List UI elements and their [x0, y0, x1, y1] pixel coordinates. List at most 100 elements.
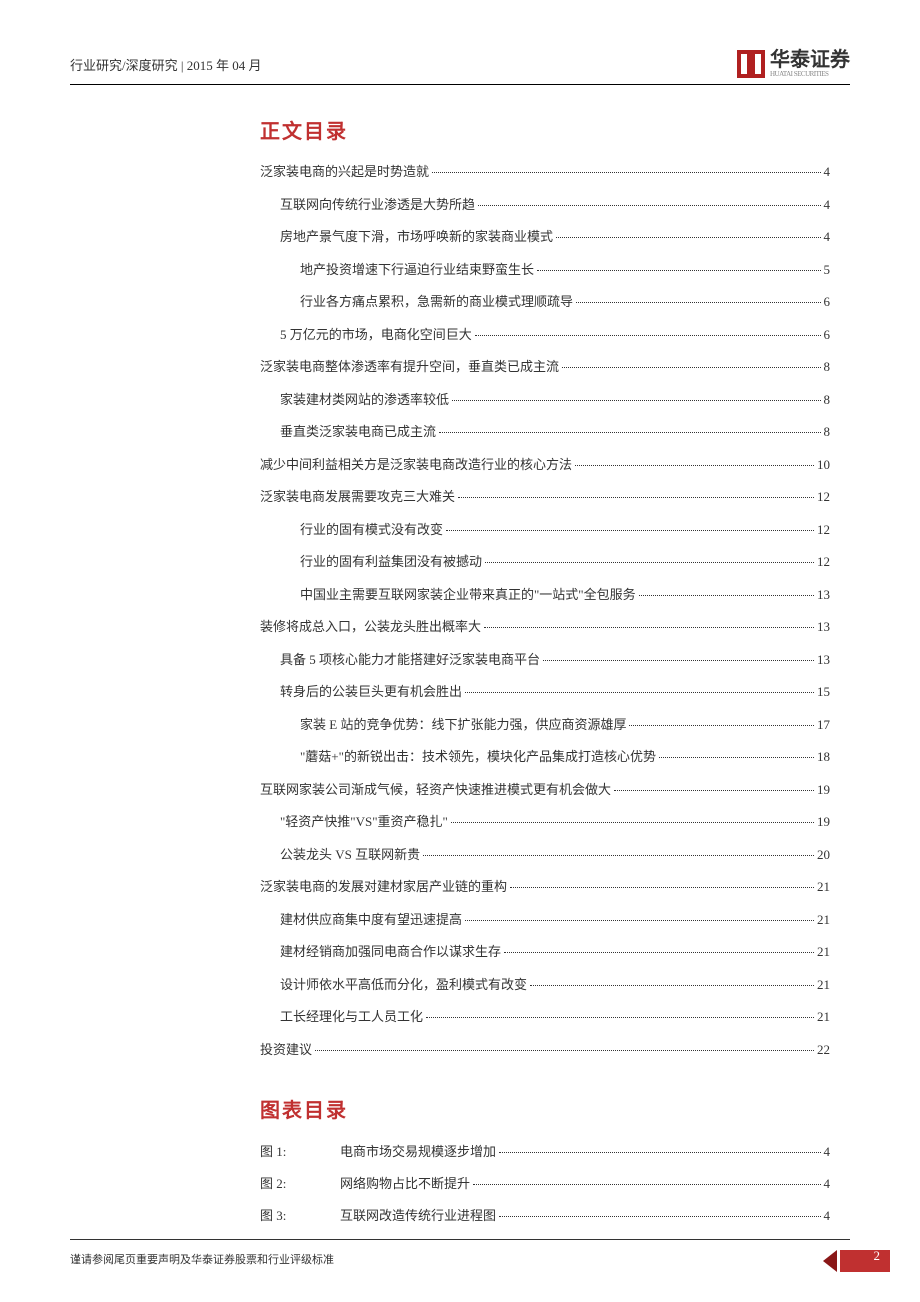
toc-item-text: 行业的固有利益集团没有被撼动 — [300, 552, 482, 572]
toc-item[interactable]: 减少中间利益相关方是泛家装电商改造行业的核心方法10 — [260, 455, 830, 475]
toc-item-page: 22 — [817, 1040, 830, 1060]
toc-item-page: 21 — [817, 877, 830, 897]
toc-item[interactable]: 设计师依水平高低而分化，盈利模式有改变 21 — [260, 975, 830, 995]
toc-item[interactable]: 建材经销商加强同电商合作以谋求生存21 — [260, 942, 830, 962]
toc-item[interactable]: 行业的固有利益集团没有被撼动 12 — [260, 552, 830, 572]
toc-leader-dots — [639, 595, 814, 596]
toc-item[interactable]: "蘑菇+"的新锐出击：技术领先，模块化产品集成打造核心优势18 — [260, 747, 830, 767]
toc-item[interactable]: 公装龙头 VS 互联网新贵 20 — [260, 845, 830, 865]
toc-item-text: 中国业主需要互联网家装企业带来真正的"一站式"全包服务 — [300, 585, 636, 605]
toc-item-text: 泛家装电商的发展对建材家居产业链的重构 — [260, 877, 507, 897]
toc-item[interactable]: 行业的固有模式没有改变 12 — [260, 520, 830, 540]
toc-item[interactable]: 互联网向传统行业渗透是大势所趋4 — [260, 195, 830, 215]
toc-item-page: 13 — [817, 650, 830, 670]
toc-item[interactable]: 泛家装电商发展需要攻克三大难关12 — [260, 487, 830, 507]
toc-item-page: 17 — [817, 715, 830, 735]
toc-leader-dots — [510, 887, 814, 888]
toc-leader-dots — [543, 660, 814, 661]
figure-label: 图 1: — [260, 1141, 320, 1160]
toc-item-text: 减少中间利益相关方是泛家装电商改造行业的核心方法 — [260, 455, 572, 475]
toc-item-text: 垂直类泛家装电商已成主流 — [280, 422, 436, 442]
toc-item-page: 12 — [817, 487, 830, 507]
toc-item-page: 8 — [824, 357, 831, 377]
page-number: 2 — [874, 1248, 881, 1264]
breadcrumb: 行业研究/深度研究 | 2015 年 04 月 — [70, 55, 261, 74]
toc-item[interactable]: 工长经理化与工人员工化21 — [260, 1007, 830, 1027]
toc-leader-dots — [458, 497, 814, 498]
toc-leader-dots — [451, 822, 814, 823]
figure-list-heading: 图表目录 — [260, 1094, 830, 1123]
toc-item-page: 6 — [824, 325, 831, 345]
toc-item[interactable]: 中国业主需要互联网家装企业带来真正的"一站式"全包服务 13 — [260, 585, 830, 605]
toc-item-text: 泛家装电商的兴起是时势造就 — [260, 162, 429, 182]
toc-item[interactable]: 地产投资增速下行逼迫行业结束野蛮生长5 — [260, 260, 830, 280]
toc-item-text: 地产投资增速下行逼迫行业结束野蛮生长 — [300, 260, 534, 280]
toc-item-page: 13 — [817, 585, 830, 605]
figure-item[interactable]: 图 3:互联网改造传统行业进程图4 — [260, 1205, 830, 1224]
toc-leader-dots — [499, 1152, 820, 1153]
figure-text: 互联网改造传统行业进程图 — [340, 1205, 496, 1224]
toc-item-text: "轻资产快推"VS"重资产稳扎" — [280, 812, 448, 832]
figure-text: 电商市场交易规模逐步增加 — [340, 1141, 496, 1160]
toc-item-text: 泛家装电商整体渗透率有提升空间，垂直类已成主流 — [260, 357, 559, 377]
toc-leader-dots — [659, 757, 814, 758]
toc-item[interactable]: 互联网家装公司渐成气候，轻资产快速推进模式更有机会做大19 — [260, 780, 830, 800]
toc-item[interactable]: "轻资产快推"VS"重资产稳扎" 19 — [260, 812, 830, 832]
logo-subtext: HUATAI SECURITIES — [770, 70, 850, 78]
toc-item-page: 21 — [817, 975, 830, 995]
toc-item-page: 13 — [817, 617, 830, 637]
page-footer: 谨请参阅尾页重要声明及华泰证券股票和行业评级标准 2 — [70, 1239, 920, 1272]
toc-item[interactable]: 家装 E 站的竞争优势：线下扩张能力强，供应商资源雄厚17 — [260, 715, 830, 735]
figure-item[interactable]: 图 1:电商市场交易规模逐步增加4 — [260, 1141, 830, 1160]
toc-item[interactable]: 具备 5 项核心能力才能搭建好泛家装电商平台13 — [260, 650, 830, 670]
toc-leader-dots — [575, 465, 814, 466]
figure-item[interactable]: 图 2:网络购物占比不断提升4 — [260, 1173, 830, 1192]
toc-item[interactable]: 垂直类泛家装电商已成主流 8 — [260, 422, 830, 442]
toc-item-text: 建材供应商集中度有望迅速提高 — [280, 910, 462, 930]
toc-leader-dots — [465, 692, 814, 693]
toc-leader-dots — [499, 1216, 820, 1217]
toc-leader-dots — [423, 855, 814, 856]
toc-leader-dots — [484, 627, 814, 628]
toc-item[interactable]: 泛家装电商的发展对建材家居产业链的重构 21 — [260, 877, 830, 897]
toc-item[interactable]: 泛家装电商的兴起是时势造就 4 — [260, 162, 830, 182]
toc-item-text: 房地产景气度下滑，市场呼唤新的家装商业模式 — [280, 227, 553, 247]
toc-item-text: 公装龙头 VS 互联网新贵 — [280, 845, 420, 865]
toc-item[interactable]: 转身后的公装巨头更有机会胜出15 — [260, 682, 830, 702]
toc-item-text: 互联网向传统行业渗透是大势所趋 — [280, 195, 475, 215]
toc-item[interactable]: 泛家装电商整体渗透率有提升空间，垂直类已成主流 8 — [260, 357, 830, 377]
toc-item-page: 19 — [817, 780, 830, 800]
toc-item[interactable]: 建材供应商集中度有望迅速提高 21 — [260, 910, 830, 930]
page-number-marker: 2 — [835, 1246, 890, 1272]
toc-item-page: 21 — [817, 910, 830, 930]
toc-item-text: 设计师依水平高低而分化，盈利模式有改变 — [280, 975, 527, 995]
toc-item-page: 4 — [824, 162, 831, 182]
toc-item[interactable]: 房地产景气度下滑，市场呼唤新的家装商业模式 4 — [260, 227, 830, 247]
toc-item-page: 8 — [824, 422, 831, 442]
toc-item[interactable]: 投资建议22 — [260, 1040, 830, 1060]
toc-item-page: 12 — [817, 520, 830, 540]
figure-page: 4 — [824, 1208, 831, 1224]
footer-disclaimer: 谨请参阅尾页重要声明及华泰证券股票和行业评级标准 — [70, 1251, 334, 1267]
toc-item-page: 12 — [817, 552, 830, 572]
toc-leader-dots — [452, 400, 820, 401]
toc-item-text: "蘑菇+"的新锐出击：技术领先，模块化产品集成打造核心优势 — [300, 747, 656, 767]
toc-item[interactable]: 家装建材类网站的渗透率较低8 — [260, 390, 830, 410]
toc-item-text: 转身后的公装巨头更有机会胜出 — [280, 682, 462, 702]
figure-label: 图 2: — [260, 1173, 320, 1192]
toc-item-page: 19 — [817, 812, 830, 832]
toc-item-text: 行业的固有模式没有改变 — [300, 520, 443, 540]
toc-leader-dots — [473, 1184, 820, 1185]
toc-item-page: 4 — [824, 227, 831, 247]
toc-item[interactable]: 行业各方痛点累积，急需新的商业模式理顺疏导6 — [260, 292, 830, 312]
toc-leader-dots — [315, 1050, 814, 1051]
toc-item[interactable]: 5 万亿元的市场，电商化空间巨大6 — [260, 325, 830, 345]
toc-leader-dots — [475, 335, 821, 336]
toc-item[interactable]: 装修将成总入口，公装龙头胜出概率大13 — [260, 617, 830, 637]
toc-list: 泛家装电商的兴起是时势造就4互联网向传统行业渗透是大势所趋4房地产景气度下滑，市… — [260, 162, 830, 1059]
toc-item-page: 20 — [817, 845, 830, 865]
figure-text: 网络购物占比不断提升 — [340, 1173, 470, 1192]
toc-leader-dots — [556, 237, 820, 238]
toc-item-text: 建材经销商加强同电商合作以谋求生存 — [280, 942, 501, 962]
toc-leader-dots — [530, 985, 814, 986]
